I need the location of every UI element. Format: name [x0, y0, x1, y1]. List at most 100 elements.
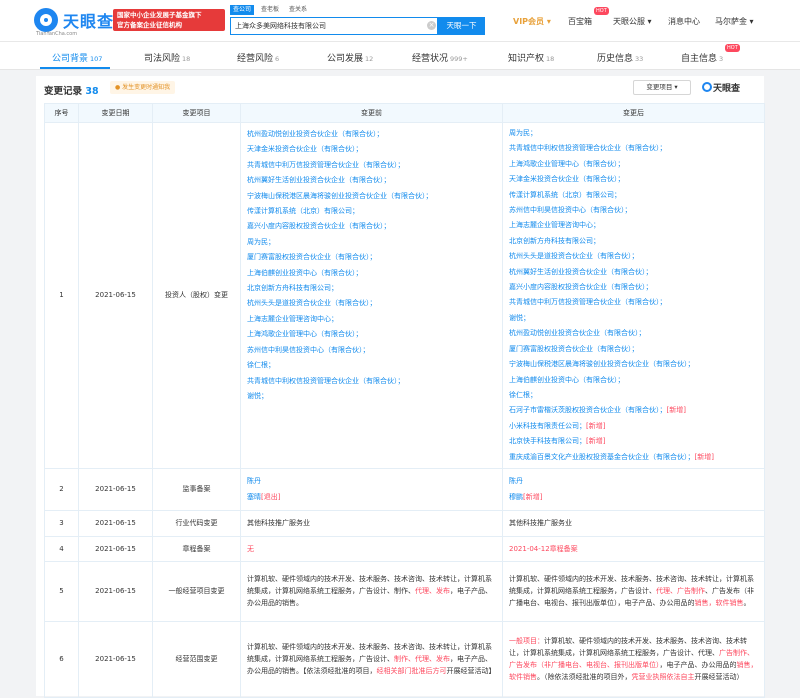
tab-operating-status[interactable]: 经营状况 999+ [412, 51, 468, 64]
change-records-table: 序号 变更日期 变更项目 变更前 变更后 1 2021-06-15 投资人（股权… [44, 103, 765, 698]
scope-text: 开展经营活动】 [446, 667, 496, 676]
investor-link[interactable]: 厦门赛富股权投资合伙企业（有限合伙）； [509, 345, 639, 353]
investor-link[interactable]: 宁波梅山保税港区晨海将骏创业投资合伙企业（有限合伙）； [509, 360, 695, 368]
investor-link[interactable]: 上海志麓企业管理咨询中心； [247, 315, 338, 323]
investor-link[interactable]: 共青城信中利万信投资管理合伙企业（有限合伙）； [247, 161, 405, 169]
investor-link[interactable]: 杭州盈动悦创业投资合伙企业（有限合伙）； [247, 130, 384, 138]
table-row: 6 2021-06-15 经营范围变更 计算机软、硬件领域内的技术开发、技术服务… [44, 620, 765, 698]
investor-link[interactable]: 谢悦； [247, 392, 268, 400]
tab-operating-risk[interactable]: 经营风险 6 [237, 51, 279, 64]
hot-badge: HOT [725, 44, 740, 52]
investor-link[interactable]: 嘉兴小度内容股权投资合伙企业（有限合伙）； [509, 283, 653, 291]
row-num: 1 [44, 122, 79, 469]
nav-messages[interactable]: 消息中心 [668, 16, 700, 28]
search-tab-company[interactable]: 查公司 [230, 5, 255, 15]
table-row: 5 2021-06-15 一般经营项目变更 计算机软、硬件领域内的技术开发、技术… [44, 560, 765, 622]
investor-link[interactable]: 传漾计算机系统（北京）有限公司； [509, 191, 621, 199]
row-before: 杭州盈动悦创业投资合伙企业（有限合伙）； 天津金米投资合伙企业（有限合伙）； 共… [240, 122, 503, 469]
tab-judicial-risk[interactable]: 司法风险 18 [144, 51, 190, 64]
investor-link[interactable]: 重庆成渝百景文化产业股权投资基金合伙企业（有限合伙）； [509, 453, 695, 461]
search-button[interactable]: 天眼一下 [438, 17, 485, 35]
tab-company-development[interactable]: 公司发展 12 [327, 51, 373, 64]
investor-link[interactable]: 杭州翼好生活创业投资合伙企业（有限合伙）； [509, 268, 653, 276]
investor-link[interactable]: 上海伯麒创业投资中心（有限合伙）； [247, 269, 363, 277]
investor-link[interactable]: 传漾计算机系统（北京）有限公司； [247, 207, 359, 215]
person-link[interactable]: 塞晴 [247, 493, 261, 501]
investor-link[interactable]: 上海鸿歌企业管理中心（有限合伙）； [247, 330, 363, 338]
person-link[interactable]: 穆鹏 [509, 493, 523, 501]
investor-link[interactable]: 周为民； [247, 238, 275, 246]
filter-label: 变更项目 [646, 83, 673, 91]
tab-label: 历史信息 [597, 54, 634, 64]
tab-count: 18 [546, 55, 555, 63]
investor-link[interactable]: 共青城信中利万信投资管理合伙企业（有限合伙）； [509, 298, 667, 306]
investor-link[interactable]: 谢悦； [509, 314, 530, 322]
chevron-down-icon: ▾ [645, 17, 652, 26]
investor-link[interactable]: 石河子市雷楷沃茨股权投资合伙企业（有限合伙）； [509, 406, 667, 414]
investor-link[interactable]: 徐仁根； [509, 391, 537, 399]
nav-baibaoxiang[interactable]: 百宝箱 HOT [568, 7, 609, 28]
investor-link[interactable]: 上海鸿歌企业管理中心（有限合伙）； [509, 160, 625, 168]
investor-link[interactable]: 宁波梅山保税港区晨海将骏创业投资合伙企业（有限合伙）； [247, 192, 433, 200]
row-date: 2021-06-15 [78, 535, 153, 562]
investor-link[interactable]: 北京快手科技有限公司； [509, 437, 586, 445]
search-tab-relation[interactable]: 查关系 [286, 5, 310, 15]
row-date: 2021-06-15 [78, 620, 153, 698]
investor-link[interactable]: 杭州盈动悦创业投资合伙企业（有限合伙）； [509, 329, 646, 337]
investor-link[interactable]: 天津金米投资合伙企业（有限合伙）； [247, 145, 363, 153]
investor-link[interactable]: 北京创新方舟科技有限公司； [509, 237, 600, 245]
row-item: 经营范围变更 [152, 620, 241, 698]
investor-link[interactable]: 杭州头头是道投资合伙企业（有限合伙）； [509, 252, 639, 260]
promo-badge: 国家中小企业发展子基金旗下 官方备案企业征信机构 [113, 9, 225, 31]
row-after: 其他科技推广服务业 [502, 509, 765, 537]
row-item: 监事备案 [152, 467, 241, 511]
vip-link[interactable]: VIP会员 ▾ [513, 16, 551, 28]
change-item-filter[interactable]: 变更项目 ▾ [633, 80, 691, 95]
tab-intellectual-property[interactable]: 知识产权 18 [508, 51, 554, 64]
nav-user[interactable]: 马尔萨金 ▾ [715, 16, 754, 28]
investor-link[interactable]: 天津金米投资合伙企业（有限合伙）； [509, 175, 625, 183]
investor-link[interactable]: 上海志麓企业管理咨询中心； [509, 221, 600, 229]
row-after: 周为民； 共青城信中利权信投资管理合伙企业（有限合伙）； 上海鸿歌企业管理中心（… [502, 122, 765, 469]
section-tabs: 公司背景 107 司法风险 18 经营风险 6 公司发展 12 经营状况 999+ 知识产… [0, 42, 800, 70]
row-after: 计算机软、硬件领域内的技术开发、技术服务、技术咨询、技术转让，计算机系统集成，计… [502, 560, 765, 622]
logo-eye-icon [34, 8, 58, 32]
person-link[interactable]: 陈丹 [247, 477, 261, 485]
notify-label: 发生变更时通知我 [122, 84, 171, 91]
tab-label: 经营风险 [237, 54, 274, 64]
investor-link[interactable]: 徐仁根； [247, 361, 275, 369]
investor-link[interactable]: 苏州信中利昊信投资中心（有限合伙）； [247, 346, 370, 354]
nav-tianyan-app[interactable]: 天眼公服 ▾ [613, 16, 652, 28]
scope-text: ，电子产品、办公用品的 [659, 661, 737, 670]
tab-label: 自主信息 [681, 54, 718, 64]
person-link[interactable]: 陈丹 [509, 477, 523, 485]
investor-link[interactable]: 厦门赛富股权投资合伙企业（有限合伙）； [247, 253, 377, 261]
scope-text: 计算机软、硬件领域内的技术开发、技术服务、技术咨询、技术转让，计算机系统集成，计… [509, 637, 747, 658]
hot-badge: HOT [594, 7, 609, 15]
section-title: 变更记录 38 [44, 83, 99, 97]
search-row: 上海众多美网络科技有限公司 × 天眼一下 [230, 17, 485, 35]
promo-line2: 官方备案企业征信机构 [117, 21, 182, 29]
row-after: 2021-04-12章程备案 [502, 535, 765, 562]
notify-button[interactable]: ● 发生变更时通知我 [110, 81, 176, 94]
investor-link[interactable]: 共青城信中利权信投资管理合伙企业（有限合伙）； [509, 144, 667, 152]
tab-count: 12 [365, 55, 374, 63]
investor-link[interactable]: 北京创新方舟科技有限公司； [247, 284, 338, 292]
row-item: 一般经营项目变更 [152, 560, 241, 622]
investor-link[interactable]: 杭州头头是道投资合伙企业（有限合伙）； [247, 299, 377, 307]
investor-link[interactable]: 上海伯麒创业投资中心（有限合伙）； [509, 376, 625, 384]
tab-self-info[interactable]: 自主信息 3 HOT [681, 44, 740, 64]
row-before: 计算机软、硬件领域内的技术开发、技术服务、技术咨询、技术转让，计算机系统集成，计… [240, 620, 503, 698]
tab-company-background[interactable]: 公司背景 107 [37, 42, 123, 70]
search-tab-boss[interactable]: 查老板 [258, 5, 282, 15]
search-input[interactable]: 上海众多美网络科技有限公司 [230, 17, 438, 35]
investor-link[interactable]: 小米科技有限责任公司； [509, 422, 586, 430]
row-after: 一般项目：计算机软、硬件领域内的技术开发、技术服务、技术咨询、技术转让，计算机系… [502, 620, 765, 698]
investor-link[interactable]: 杭州翼好生活创业投资合伙企业（有限合伙）； [247, 176, 391, 184]
tab-history[interactable]: 历史信息 33 [597, 51, 643, 64]
investor-link[interactable]: 嘉兴小度内容股权投资合伙企业（有限合伙）； [247, 222, 391, 230]
investor-link[interactable]: 苏州信中利昊信投资中心（有限合伙）； [509, 206, 632, 214]
clear-icon[interactable]: × [427, 21, 436, 30]
investor-link[interactable]: 共青城信中利权信投资管理合伙企业（有限合伙）； [247, 377, 405, 385]
investor-link[interactable]: 周为民； [509, 129, 537, 137]
